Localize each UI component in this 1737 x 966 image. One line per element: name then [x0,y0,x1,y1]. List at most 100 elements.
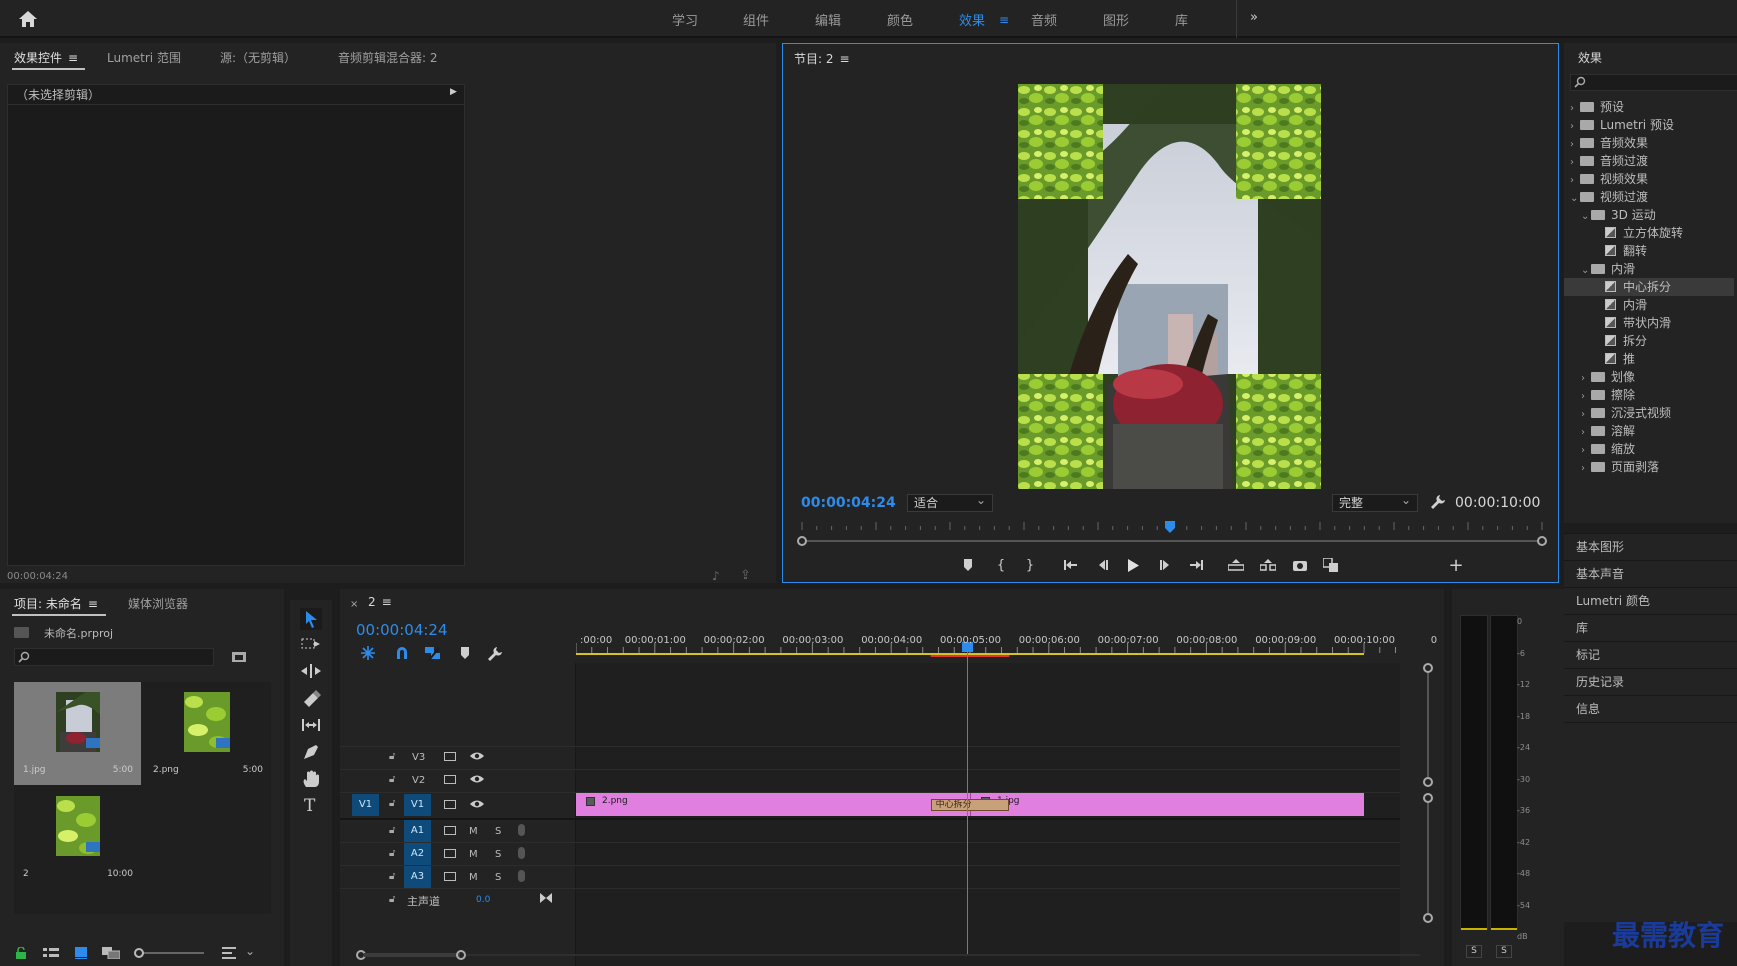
selection-tool-icon[interactable] [300,608,322,630]
mute-button[interactable]: M [469,872,478,883]
solo-right-button[interactable]: S [1496,945,1512,958]
mark-in-icon[interactable]: { [991,555,1011,575]
lock-track-icon[interactable]: 🔓︎ [389,848,395,859]
side-panel-item[interactable]: Lumetri 颜色 [1564,587,1737,614]
chevron-right-icon[interactable]: › [1581,463,1591,474]
close-tab-icon[interactable]: × [350,599,358,610]
track-select-tool-icon[interactable] [300,635,322,653]
workspace-menu-icon[interactable]: ≡ [999,13,1009,27]
effects-tree-item[interactable]: › 沉浸式视频 [1564,404,1734,422]
scroll-handle-bottom[interactable] [1423,913,1433,923]
tab-effect-controls[interactable]: 效果控件 ≡ [14,49,78,66]
zoom-scrollbar[interactable] [797,536,1547,546]
chevron-right-icon[interactable]: › [1581,391,1591,402]
effects-tree-item[interactable]: › Lumetri 预设 [1564,116,1734,134]
type-tool-icon[interactable]: T [304,796,315,816]
side-panel-item[interactable]: 基本图形 [1564,533,1737,560]
side-panel-item[interactable]: 信息 [1564,695,1737,722]
audio-only-icon[interactable]: ♪ [712,569,720,583]
toggle-sync-lock-icon[interactable] [444,752,456,761]
toggle-sync-lock-icon[interactable] [444,826,456,835]
effects-tree-item[interactable]: 推 [1564,350,1734,368]
chevron-right-icon[interactable]: › [1581,445,1591,456]
chevron-right-icon[interactable]: › [1570,157,1580,168]
scroll-handle-mid2[interactable] [1423,793,1433,803]
timeline-clip[interactable]: 2.png [576,793,970,816]
eye-icon[interactable] [470,799,484,809]
effects-tree-item[interactable]: 立方体旋转 [1564,224,1734,242]
toggle-sync-lock-icon[interactable] [444,872,456,881]
lock-track-icon[interactable]: 🔓︎ [389,798,395,809]
icon-view-icon[interactable] [75,947,87,959]
new-bin-icon[interactable] [232,650,246,662]
project-search-input[interactable] [14,648,214,666]
project-item-1[interactable]: 1.jpg 5:00 [14,682,141,785]
effects-tree-item[interactable]: ⌄ 3D 运动 [1564,206,1734,224]
chevron-right-icon[interactable]: › [1570,139,1580,150]
workspace-color[interactable]: 颜色 [887,10,913,29]
mark-out-icon[interactable]: } [1020,555,1040,575]
track-target-a1[interactable]: A1 [404,820,431,842]
effects-tree-item[interactable]: 中心拆分 [1564,278,1734,296]
go-to-edit-point-icon[interactable] [540,893,552,903]
track-target-a3[interactable]: A3 [404,866,431,888]
mute-button[interactable]: M [469,849,478,860]
nest-sequence-icon[interactable] [360,646,376,660]
freeform-view-icon[interactable] [102,947,120,959]
snap-icon[interactable] [395,646,409,660]
work-area-bar[interactable] [576,653,1364,655]
scroll-handle-top[interactable] [1423,663,1433,673]
solo-button[interactable]: S [495,826,501,837]
solo-button[interactable]: S [495,849,501,860]
track-target-a2[interactable]: A2 [404,843,431,865]
zoom-bar-fill[interactable] [364,953,460,957]
chevron-down-icon[interactable]: ⌄ [1581,265,1591,276]
effects-tree-item[interactable]: ⌄ 视频过渡 [1564,188,1734,206]
fit-select[interactable]: 适合 [907,492,993,512]
solo-left-button[interactable]: S [1466,945,1482,958]
more-workspaces-icon[interactable]: » [1250,10,1258,25]
play-icon[interactable] [1123,555,1143,575]
workspace-assembly[interactable]: 组件 [743,10,769,29]
effects-tree-item[interactable]: 翻转 [1564,242,1734,260]
lock-track-icon[interactable]: 🔓︎ [389,751,395,762]
solo-button[interactable]: S [495,872,501,883]
home-icon[interactable] [18,10,38,28]
pen-tool-icon[interactable] [300,743,322,761]
timeline-tab[interactable]: 2 ≡ [368,595,392,609]
project-item-2[interactable]: 2.png 5:00 [144,682,271,785]
source-patch-v1[interactable]: V1 [352,794,379,816]
effects-tree-item[interactable]: 带状内滑 [1564,314,1734,332]
program-timecode[interactable]: 00:00:04:24 [801,495,896,511]
chevron-right-icon[interactable]: › [1581,373,1591,384]
timeline-clip[interactable]: 1.jpg [970,793,1364,816]
chevron-down-icon[interactable]: ⌄ [1581,211,1591,222]
workspace-libraries[interactable]: 库 [1175,10,1188,29]
side-panel-item[interactable]: 标记 [1564,641,1737,668]
add-marker-icon[interactable] [460,647,470,659]
tab-media-browser[interactable]: 媒体浏览器 [128,595,188,612]
program-ruler[interactable] [797,520,1547,534]
chevron-right-icon[interactable]: › [1581,409,1591,420]
wrench-icon[interactable] [1430,494,1446,510]
tab-lumetri-scopes[interactable]: Lumetri 范围 [107,49,181,66]
zoom-slider[interactable] [134,947,204,959]
chevron-down-icon[interactable]: ⌄ [245,944,255,958]
toggle-sync-lock-icon[interactable] [444,849,456,858]
lock-track-icon[interactable]: 🔓︎ [389,825,395,836]
horizontal-zoom-bar[interactable] [356,949,1426,961]
scroll-handle-mid[interactable] [1423,777,1433,787]
ripple-edit-tool-icon[interactable] [300,662,322,680]
zoom-handle-right[interactable] [456,950,466,960]
microphone-icon[interactable] [518,824,525,836]
chevron-right-icon[interactable]: › [1570,103,1580,114]
tab-source[interactable]: 源:（无剪辑） [220,49,296,66]
effects-tree-item[interactable]: › 缩放 [1564,440,1734,458]
microphone-icon[interactable] [518,847,525,859]
zoom-handle-left[interactable] [797,536,807,546]
expand-arrow-icon[interactable]: ▶ [450,87,457,97]
chevron-right-icon[interactable]: › [1570,121,1580,132]
effects-tree-item[interactable]: › 擦除 [1564,386,1734,404]
extract-icon[interactable] [1258,555,1278,575]
vertical-scrollbar[interactable] [1423,663,1433,958]
